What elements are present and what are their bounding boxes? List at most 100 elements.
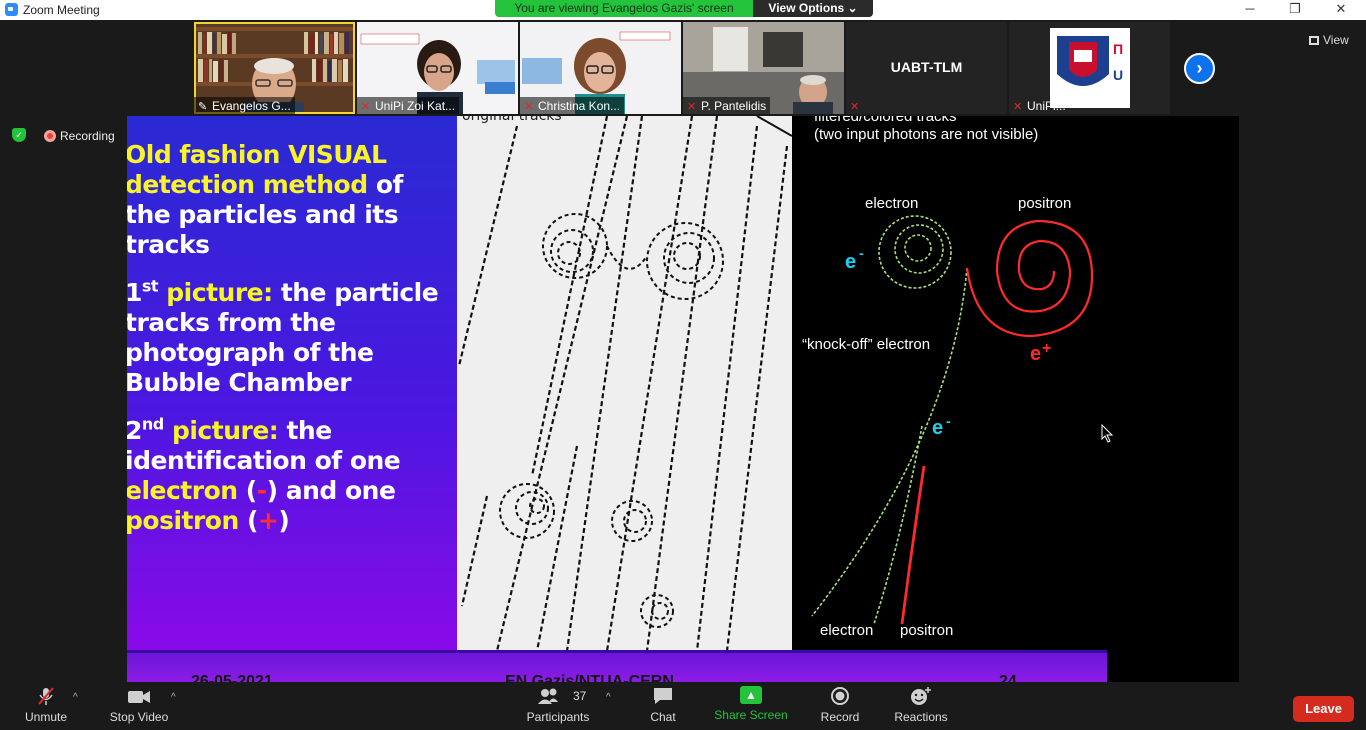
slide-text: 2 xyxy=(127,416,142,445)
slide-text: tracks xyxy=(127,230,210,259)
shield-icon[interactable]: ✓ xyxy=(12,128,26,142)
minus-sign-2: - xyxy=(946,413,951,429)
slide-text: the particle xyxy=(272,278,439,307)
slide-text-panel: Old fashion VISUAL detection method of t… xyxy=(127,116,457,652)
share-banner: You are viewing Evangelos Gazis' screen xyxy=(495,0,753,17)
caption-line-2: (two input photons are not visible) xyxy=(814,126,1038,143)
e-plus-label: e xyxy=(1030,343,1041,365)
footer-author: EN Gazis/NTUA-CERN xyxy=(505,673,674,682)
muted-mic-icon: ✕ xyxy=(687,101,697,113)
slide-text: electron xyxy=(127,476,238,505)
footer-page: 24 xyxy=(999,673,1017,682)
plus-sign: + xyxy=(1042,340,1051,357)
electron-label: electron xyxy=(865,195,918,212)
video-tile[interactable]: Π U ✕ UniPi... xyxy=(1009,22,1170,114)
audio-options-caret[interactable]: ^ xyxy=(73,692,78,703)
electron-label-bottom: electron xyxy=(820,622,873,639)
e-minus-label: e xyxy=(845,251,856,273)
record-icon xyxy=(818,686,862,706)
slide-text: ) xyxy=(278,506,290,535)
slide-text: st xyxy=(141,276,159,296)
svg-text:Π: Π xyxy=(1113,41,1123,57)
svg-text:U: U xyxy=(1113,67,1123,83)
next-page-button[interactable]: › xyxy=(1184,53,1215,84)
participants-options-caret[interactable]: ^ xyxy=(606,692,611,703)
share-arrow-icon: ▲ xyxy=(740,686,762,704)
video-tile[interactable]: ✕ P. Pantelidis xyxy=(683,22,844,114)
colored-tracks-drawing: filtered/colored tracks (two input photo… xyxy=(802,116,1094,639)
grid-icon xyxy=(1309,36,1319,45)
positron-label-bottom: positron xyxy=(900,622,953,639)
video-tile[interactable]: ✕ Christina Kon... xyxy=(520,22,681,114)
video-camera-icon xyxy=(107,686,171,706)
chat-bubble-icon xyxy=(643,686,683,706)
e-minus-label-2: e xyxy=(932,417,943,439)
unmute-button[interactable]: Unmute xyxy=(22,686,70,724)
chat-button[interactable]: Chat xyxy=(643,686,683,724)
photo-label: original tracks xyxy=(462,116,562,124)
recording-indicator[interactable]: Recording xyxy=(44,129,115,143)
slide-text: Bubble Chamber xyxy=(127,368,352,397)
muted-mic-icon: ✕ xyxy=(524,101,534,113)
stop-video-button[interactable]: Stop Video xyxy=(107,686,171,724)
meeting-toolbar: Unmute ^ Stop Video ^ Participants 37 ^ … xyxy=(0,682,1366,730)
close-button[interactable]: ✕ xyxy=(1318,0,1364,20)
slide-text: 1 xyxy=(127,278,142,307)
participant-name-center: UABT-TLM xyxy=(890,59,963,75)
bubble-chamber-photo: original tracks xyxy=(457,116,793,652)
slide-text: picture: xyxy=(163,416,279,445)
view-options-button[interactable]: View Options ⌄ xyxy=(753,0,873,17)
muted-mic-icon: ✕ xyxy=(1013,101,1023,113)
view-button[interactable]: View xyxy=(1309,33,1349,47)
leave-button[interactable]: Leave xyxy=(1293,696,1354,722)
participant-name: ✕ UniPi... xyxy=(1013,99,1066,113)
slide-text: nd xyxy=(141,414,164,434)
slide-text: Old fashion VISUAL xyxy=(127,140,387,169)
pin-icon: ✎ xyxy=(198,101,208,113)
participants-count: 37 xyxy=(573,689,587,703)
participant-mic-status: ✕ xyxy=(846,97,868,114)
smiley-plus-icon xyxy=(893,686,949,706)
slide-text: the particles and its xyxy=(127,200,399,229)
participant-name: ✕ P. Pantelidis xyxy=(683,97,771,114)
slide-text: ( xyxy=(238,506,258,535)
slide-text: the xyxy=(278,416,332,445)
slide-text: tracks from the xyxy=(127,308,336,337)
video-tile[interactable]: UABT-TLM ✕ xyxy=(846,22,1007,114)
video-tile[interactable]: ✕ UniPi Zoi Kat... xyxy=(357,22,518,114)
zoom-app-icon xyxy=(5,3,18,16)
video-tile[interactable]: ✎ Evangelos G... xyxy=(194,22,355,114)
slide-text: ( xyxy=(237,476,257,505)
window-title: Zoom Meeting xyxy=(23,3,100,17)
minimize-button[interactable]: ─ xyxy=(1227,0,1273,20)
record-button[interactable]: Record xyxy=(818,686,862,724)
slide-text: positron xyxy=(127,506,239,535)
muted-mic-icon: ✕ xyxy=(361,101,371,113)
participant-name: ✎ Evangelos G... xyxy=(194,97,295,114)
record-dot-icon xyxy=(44,130,56,142)
reactions-button[interactable]: Reactions xyxy=(893,686,949,724)
footer-date: 26-05-2021 xyxy=(191,673,273,682)
slide-text: + xyxy=(257,506,279,535)
colored-tracks-panel: filtered/colored tracks (two input photo… xyxy=(792,116,1239,652)
slide-text: detection method xyxy=(127,170,368,199)
video-options-caret[interactable]: ^ xyxy=(171,692,176,703)
participant-name: ✕ UniPi Zoi Kat... xyxy=(357,97,460,114)
muted-mic-icon: ✕ xyxy=(850,101,860,113)
knock-off-label: “knock-off” electron xyxy=(802,336,930,353)
slide-text: ) and one xyxy=(266,476,396,505)
minus-sign: - xyxy=(859,245,864,261)
muted-mic-icon xyxy=(22,686,70,706)
slide-text: identification of one xyxy=(127,446,401,475)
positron-label: positron xyxy=(1018,195,1071,212)
slide-text: picture: xyxy=(158,278,273,307)
restore-button[interactable]: ❐ xyxy=(1272,0,1318,20)
mouse-cursor-icon xyxy=(1101,424,1114,443)
slide-footer: 26-05-2021 EN Gazis/NTUA-CERN 24 xyxy=(127,650,1107,682)
original-tracks-drawing xyxy=(457,116,793,652)
share-screen-button[interactable]: ▲ Share Screen xyxy=(714,686,788,722)
caption-line-1: filtered/colored tracks xyxy=(814,116,957,125)
shared-screen-slide: Old fashion VISUAL detection method of t… xyxy=(127,116,1239,682)
slide-text: photograph of the xyxy=(127,338,374,367)
participant-name: ✕ Christina Kon... xyxy=(520,97,625,114)
